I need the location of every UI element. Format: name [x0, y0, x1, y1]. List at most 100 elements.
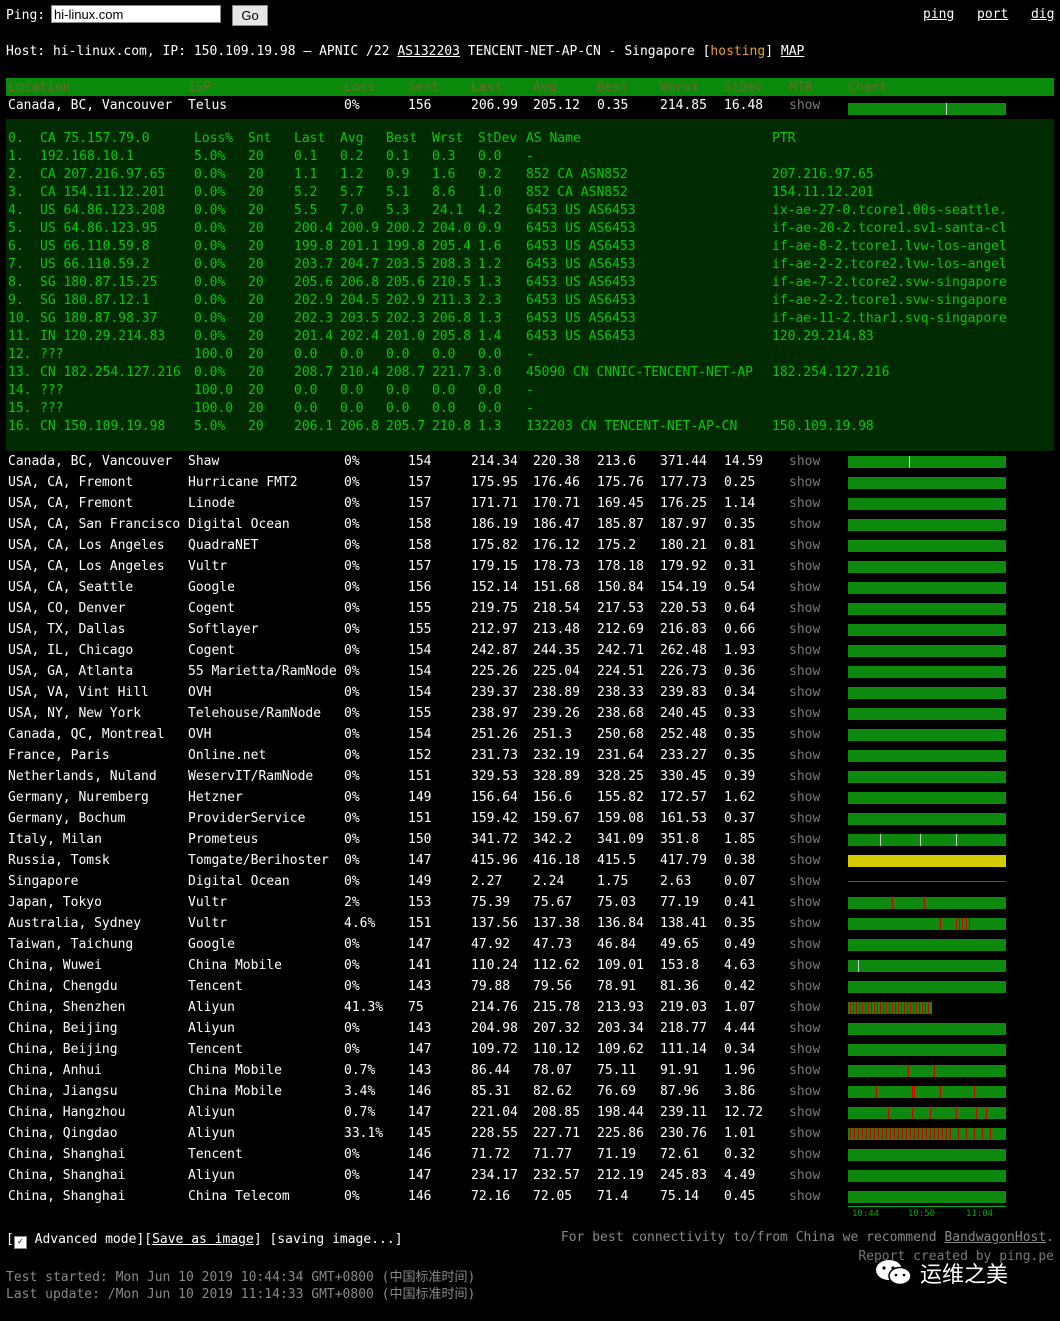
row-mtr-show-link[interactable]: show: [789, 664, 820, 679]
row-mtr-show-link[interactable]: show: [789, 517, 820, 532]
table-row: USA, VA, Vint Hill OVH 0% 154 239.37 238.89 23…: [0, 682, 1060, 703]
row-sent: 155: [408, 601, 432, 616]
row-ping-chart: [848, 708, 1006, 720]
row-isp: Digital Ocean: [188, 874, 290, 889]
row-mtr-show-link[interactable]: show: [789, 1126, 820, 1141]
table-row: USA, CA, Los Angeles Vultr 0% 157 179.15 178.…: [0, 556, 1060, 577]
mtr-cell: if-ae-8-2.tcore1.lvw-los-angel: [772, 239, 1007, 254]
row-mtr-show-link[interactable]: show: [789, 1189, 820, 1204]
row-worst: 240.45: [660, 706, 707, 721]
mtr-cell: 20: [248, 239, 264, 254]
bandwagonhost-link[interactable]: BandwagonHost: [944, 1230, 1046, 1245]
row-last: 71.72: [471, 1147, 511, 1162]
asn-link[interactable]: AS132203: [397, 44, 460, 59]
loss-spike: [982, 1128, 983, 1140]
mtr-cell: 1.6: [432, 167, 456, 182]
row-mtr-show-link[interactable]: show: [789, 874, 820, 889]
row-location: China, Qingdao: [8, 1126, 118, 1141]
row-last: 234.17: [471, 1168, 518, 1183]
row-mtr-show-link[interactable]: show: [789, 601, 820, 616]
save-as-image-link[interactable]: Save as image: [152, 1232, 254, 1247]
nav-link-ping[interactable]: ping: [923, 7, 954, 22]
table-row: Italy, Milan Prometeus 0% 150 341.72 342.2 341…: [0, 829, 1060, 850]
loss-spike: [969, 918, 970, 930]
row-mtr-show-link[interactable]: show: [789, 895, 820, 910]
map-link[interactable]: MAP: [781, 44, 804, 59]
row-mtr-show-link[interactable]: show: [789, 832, 820, 847]
row-last: 2.27: [471, 874, 503, 889]
row-avg: 186.47: [533, 517, 580, 532]
row-last: 214.76: [471, 1000, 518, 1015]
row-mtr-show-link[interactable]: show: [789, 937, 820, 952]
nav-link-dig[interactable]: dig: [1031, 7, 1054, 22]
row-mtr-show-link[interactable]: show: [789, 1084, 820, 1099]
row-mtr-show-link[interactable]: show: [789, 1042, 820, 1057]
row-mtr-show-link[interactable]: show: [789, 811, 820, 826]
row-worst: 153.8: [660, 958, 700, 973]
go-button[interactable]: Go: [232, 5, 268, 26]
mtr-cell: if-ae-2-2.tcore1.svw-singapore: [772, 293, 1007, 308]
mtr-cell: 205.6: [294, 275, 334, 290]
row-mtr-show-link[interactable]: show: [789, 98, 820, 113]
mtr-hop-row: 12. ??? 100.0 20 0.0 0.0 0.0 0.0 0.0 -: [6, 345, 1054, 363]
row-mtr-show-link[interactable]: show: [789, 1000, 820, 1015]
row-mtr-show-link[interactable]: show: [789, 727, 820, 742]
row-mtr-show-link[interactable]: show: [789, 622, 820, 637]
col-loss: Loss: [344, 80, 376, 95]
nav-link-port[interactable]: port: [977, 7, 1008, 22]
row-avg: 2.24: [533, 874, 565, 889]
row-mtr-show-link[interactable]: show: [789, 559, 820, 574]
row-mtr-show-link[interactable]: show: [789, 475, 820, 490]
row-mtr-show-link[interactable]: show: [789, 853, 820, 868]
mtr-cell: Last: [294, 131, 326, 146]
mtr-cell: 4.2: [478, 203, 502, 218]
row-stdev: 0.81: [724, 538, 756, 553]
col-sent: Sent: [408, 80, 440, 95]
row-mtr-show-link[interactable]: show: [789, 1063, 820, 1078]
mtr-cell: 0.0: [478, 401, 502, 416]
row-worst: 49.65: [660, 937, 700, 952]
row-best: 185.87: [597, 517, 644, 532]
ping-host-input[interactable]: [51, 5, 221, 23]
row-worst: 180.21: [660, 538, 707, 553]
table-header-bar: [6, 78, 1054, 96]
row-mtr-show-link[interactable]: show: [789, 1147, 820, 1162]
loss-spike: [870, 1128, 871, 1140]
row-mtr-show-link[interactable]: show: [789, 1168, 820, 1183]
row-mtr-show-link[interactable]: show: [789, 1021, 820, 1036]
row-last: 79.88: [471, 979, 511, 994]
row-loss: 0%: [344, 706, 360, 721]
row-mtr-show-link[interactable]: show: [789, 748, 820, 763]
row-last: 228.55: [471, 1126, 518, 1141]
col-last: Last: [471, 80, 503, 95]
row-mtr-show-link[interactable]: show: [789, 706, 820, 721]
loss-spike: [883, 1002, 884, 1014]
mtr-header: 0. CA 75.157.79.0 Loss% Snt Last Avg Best Wrst S…: [6, 129, 1054, 147]
advanced-mode-checkbox[interactable]: ✓: [13, 1236, 27, 1249]
row-mtr-show-link[interactable]: show: [789, 916, 820, 931]
row-mtr-show-link[interactable]: show: [789, 979, 820, 994]
row-avg: 205.12: [533, 98, 580, 113]
row-mtr-show-link[interactable]: show: [789, 580, 820, 595]
col-location: Location: [8, 80, 71, 95]
row-stdev: 0.64: [724, 601, 756, 616]
row-mtr-show-link[interactable]: show: [789, 643, 820, 658]
row-mtr-show-link[interactable]: show: [789, 769, 820, 784]
row-last: 156.64: [471, 790, 518, 805]
row-stdev: 1.62: [724, 790, 756, 805]
row-mtr-show-link[interactable]: show: [789, 496, 820, 511]
row-last: 72.16: [471, 1189, 511, 1204]
row-mtr-show-link[interactable]: show: [789, 538, 820, 553]
row-mtr-show-link[interactable]: show: [789, 958, 820, 973]
row-best: 212.69: [597, 622, 644, 637]
row-location: China, Jiangsu: [8, 1084, 118, 1099]
row-sent: 143: [408, 979, 432, 994]
row-mtr-show-link[interactable]: show: [789, 685, 820, 700]
row-worst: 77.19: [660, 895, 700, 910]
row-mtr-show-link[interactable]: show: [789, 1105, 820, 1120]
table-row: China, Beijing Aliyun 0% 143 204.98 207.32 203…: [0, 1018, 1060, 1039]
row-loss: 0%: [344, 517, 360, 532]
row-mtr-show-link[interactable]: show: [789, 790, 820, 805]
mtr-cell: 202.9: [294, 293, 334, 308]
row-mtr-show-link[interactable]: show: [789, 454, 820, 469]
